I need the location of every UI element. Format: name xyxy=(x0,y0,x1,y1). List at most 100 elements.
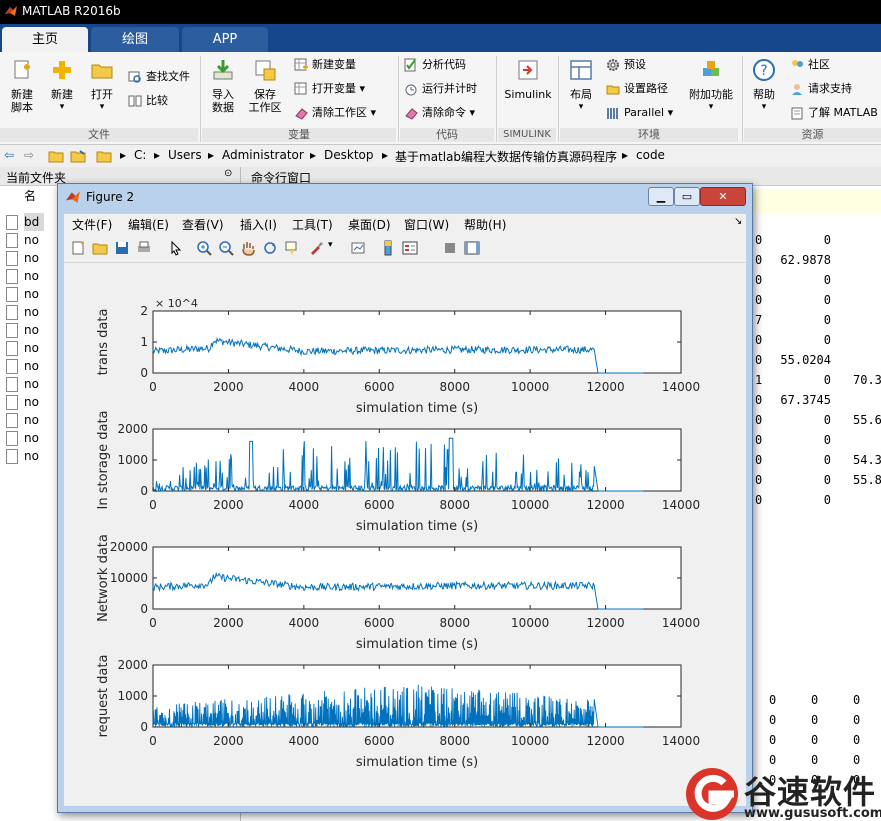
figure-title-bar[interactable]: Figure 2 ▁ ▭ ✕ xyxy=(58,184,752,210)
pan-hand-icon[interactable] xyxy=(240,240,256,256)
zoom-in-icon[interactable] xyxy=(196,240,212,256)
minimize-button[interactable]: ▁ xyxy=(648,187,674,206)
command-output-value: 55.8 xyxy=(853,473,881,487)
compare-button[interactable]: 比较 xyxy=(128,92,168,110)
community-button[interactable]: 社区 xyxy=(790,56,830,74)
figure-toolbar: ▾ xyxy=(64,234,746,263)
tab-apps[interactable]: APP xyxy=(182,27,268,52)
rotate-3d-icon[interactable] xyxy=(262,240,278,256)
command-output-value: 0 xyxy=(823,373,831,387)
help-button[interactable]: ? 帮助 ▾ xyxy=(748,58,780,114)
file-item[interactable]: no xyxy=(6,393,39,411)
breadcrumb-code[interactable]: code xyxy=(636,148,665,162)
file-item[interactable]: no xyxy=(6,447,39,465)
new-script-button[interactable]: 新建 脚本 xyxy=(4,58,40,114)
analyze-code-icon xyxy=(404,58,416,72)
breadcrumb-desktop[interactable]: Desktop xyxy=(324,148,374,162)
maximize-button[interactable]: ▭ xyxy=(674,187,700,206)
file-item[interactable]: no xyxy=(6,249,39,267)
layout-button[interactable]: 布局 ▾ xyxy=(564,58,598,114)
file-item[interactable]: no xyxy=(6,429,39,447)
close-button[interactable]: ✕ xyxy=(700,187,746,206)
save-workspace-button[interactable]: 保存 工作区 xyxy=(246,58,284,114)
menu-window[interactable]: 窗口(W) xyxy=(404,216,449,233)
menu-overflow-icon[interactable]: ↘ xyxy=(734,216,742,227)
new-variable-button[interactable]: 新建变量 xyxy=(294,56,356,74)
new-figure-icon[interactable] xyxy=(70,240,86,256)
browse-folder-icon[interactable] xyxy=(70,149,86,163)
open-file-icon[interactable] xyxy=(92,240,108,256)
panel-menu-icon[interactable]: ⊙ xyxy=(224,168,232,179)
menu-insert[interactable]: 插入(I) xyxy=(240,216,277,233)
addons-button[interactable]: 附加功能 ▾ xyxy=(688,58,734,114)
import-icon xyxy=(213,60,233,80)
command-output-value: 70.3 xyxy=(853,373,881,387)
file-item[interactable]: bd xyxy=(6,213,44,231)
breadcrumb-administrator[interactable]: Administrator xyxy=(222,148,304,162)
file-item[interactable]: no xyxy=(6,285,39,303)
breadcrumb-project[interactable]: 基于matlab编程大数据传输仿真源码程序 xyxy=(395,148,617,165)
menu-tools[interactable]: 工具(T) xyxy=(292,216,333,233)
print-icon[interactable] xyxy=(136,240,152,256)
chevron-down-icon[interactable]: ▾ xyxy=(328,240,333,250)
open-button[interactable]: 打开 ▾ xyxy=(84,58,120,114)
parallel-button[interactable]: Parallel ▾ xyxy=(606,104,673,122)
menu-file[interactable]: 文件(F) xyxy=(72,216,112,233)
zoom-out-icon[interactable] xyxy=(218,240,234,256)
breadcrumb-users[interactable]: Users xyxy=(168,148,202,162)
back-arrow-icon[interactable]: ⇦ xyxy=(4,148,14,162)
save-icon[interactable] xyxy=(114,240,130,256)
up-folder-icon[interactable] xyxy=(48,149,64,163)
open-variable-button[interactable]: 打开变量 ▾ xyxy=(294,80,365,98)
clear-workspace-button[interactable]: 清除工作区 ▾ xyxy=(294,104,376,122)
file-item[interactable]: no xyxy=(6,231,39,249)
legend-icon[interactable] xyxy=(402,240,418,256)
plot-axes xyxy=(152,310,682,374)
x-tick-label: 2000 xyxy=(213,616,244,630)
subplot-figure[interactable]: 0 2000 4000 6000 8000 10000 12000 14000012× 10^… xyxy=(64,263,746,806)
pointer-icon[interactable] xyxy=(168,240,184,256)
command-output-value: 55.6 xyxy=(853,413,881,427)
simulink-button[interactable]: Simulink xyxy=(502,58,554,101)
learn-matlab-button[interactable]: 了解 MATLAB xyxy=(790,104,878,122)
data-cursor-icon[interactable] xyxy=(284,240,300,256)
figure-canvas[interactable]: 0 2000 4000 6000 8000 10000 12000 14000 0 1 2 × 10^… xyxy=(64,263,746,806)
link-plot-icon[interactable] xyxy=(350,240,366,256)
request-support-button[interactable]: 请求支持 xyxy=(790,80,852,98)
show-plot-tools-icon[interactable] xyxy=(464,240,480,256)
simulink-icon xyxy=(518,60,538,80)
forward-arrow-icon[interactable]: ⇨ xyxy=(24,148,34,162)
file-item[interactable]: no xyxy=(6,303,39,321)
file-item[interactable]: no xyxy=(6,321,39,339)
column-header-name[interactable]: 名 xyxy=(6,187,36,205)
tab-home[interactable]: 主页 xyxy=(2,27,88,52)
file-item[interactable]: no xyxy=(6,375,39,393)
menu-desktop[interactable]: 桌面(D) xyxy=(348,216,391,233)
colorbar-icon[interactable] xyxy=(380,240,396,256)
breadcrumb-drive[interactable]: C: xyxy=(134,148,146,162)
import-data-button[interactable]: 导入 数据 xyxy=(206,58,240,114)
file-item[interactable]: no xyxy=(6,357,39,375)
compare-icon xyxy=(128,95,142,107)
new-button[interactable]: 新建 ▾ xyxy=(44,58,80,114)
file-item[interactable]: no xyxy=(6,267,39,285)
file-icon xyxy=(6,431,18,446)
brush-icon[interactable] xyxy=(308,240,324,256)
preferences-button[interactable]: 预设 xyxy=(606,56,646,74)
run-and-time-button[interactable]: 运行并计时 xyxy=(404,80,477,98)
file-item[interactable]: no xyxy=(6,411,39,429)
menu-help[interactable]: 帮助(H) xyxy=(464,216,506,233)
clear-commands-button[interactable]: 清除命令 ▾ xyxy=(404,104,475,122)
hide-plot-tools-icon[interactable] xyxy=(442,240,458,256)
menu-view[interactable]: 查看(V) xyxy=(182,216,224,233)
figure-window[interactable]: Figure 2 ▁ ▭ ✕ 文件(F) 编辑(E) 查看(V) 插入(I) 工… xyxy=(57,183,753,813)
menu-edit[interactable]: 编辑(E) xyxy=(128,216,169,233)
set-path-button[interactable]: 设置路径 xyxy=(606,80,668,98)
find-files-button[interactable]: 查找文件 xyxy=(128,68,190,86)
analyze-code-button[interactable]: 分析代码 xyxy=(404,56,466,74)
file-item[interactable]: no xyxy=(6,339,39,357)
divider xyxy=(496,56,497,142)
watermark: 谷速软件 www.gususoft.com xyxy=(684,767,881,821)
tab-plots[interactable]: 绘图 xyxy=(91,27,179,52)
command-output-value: 0 xyxy=(755,453,763,467)
